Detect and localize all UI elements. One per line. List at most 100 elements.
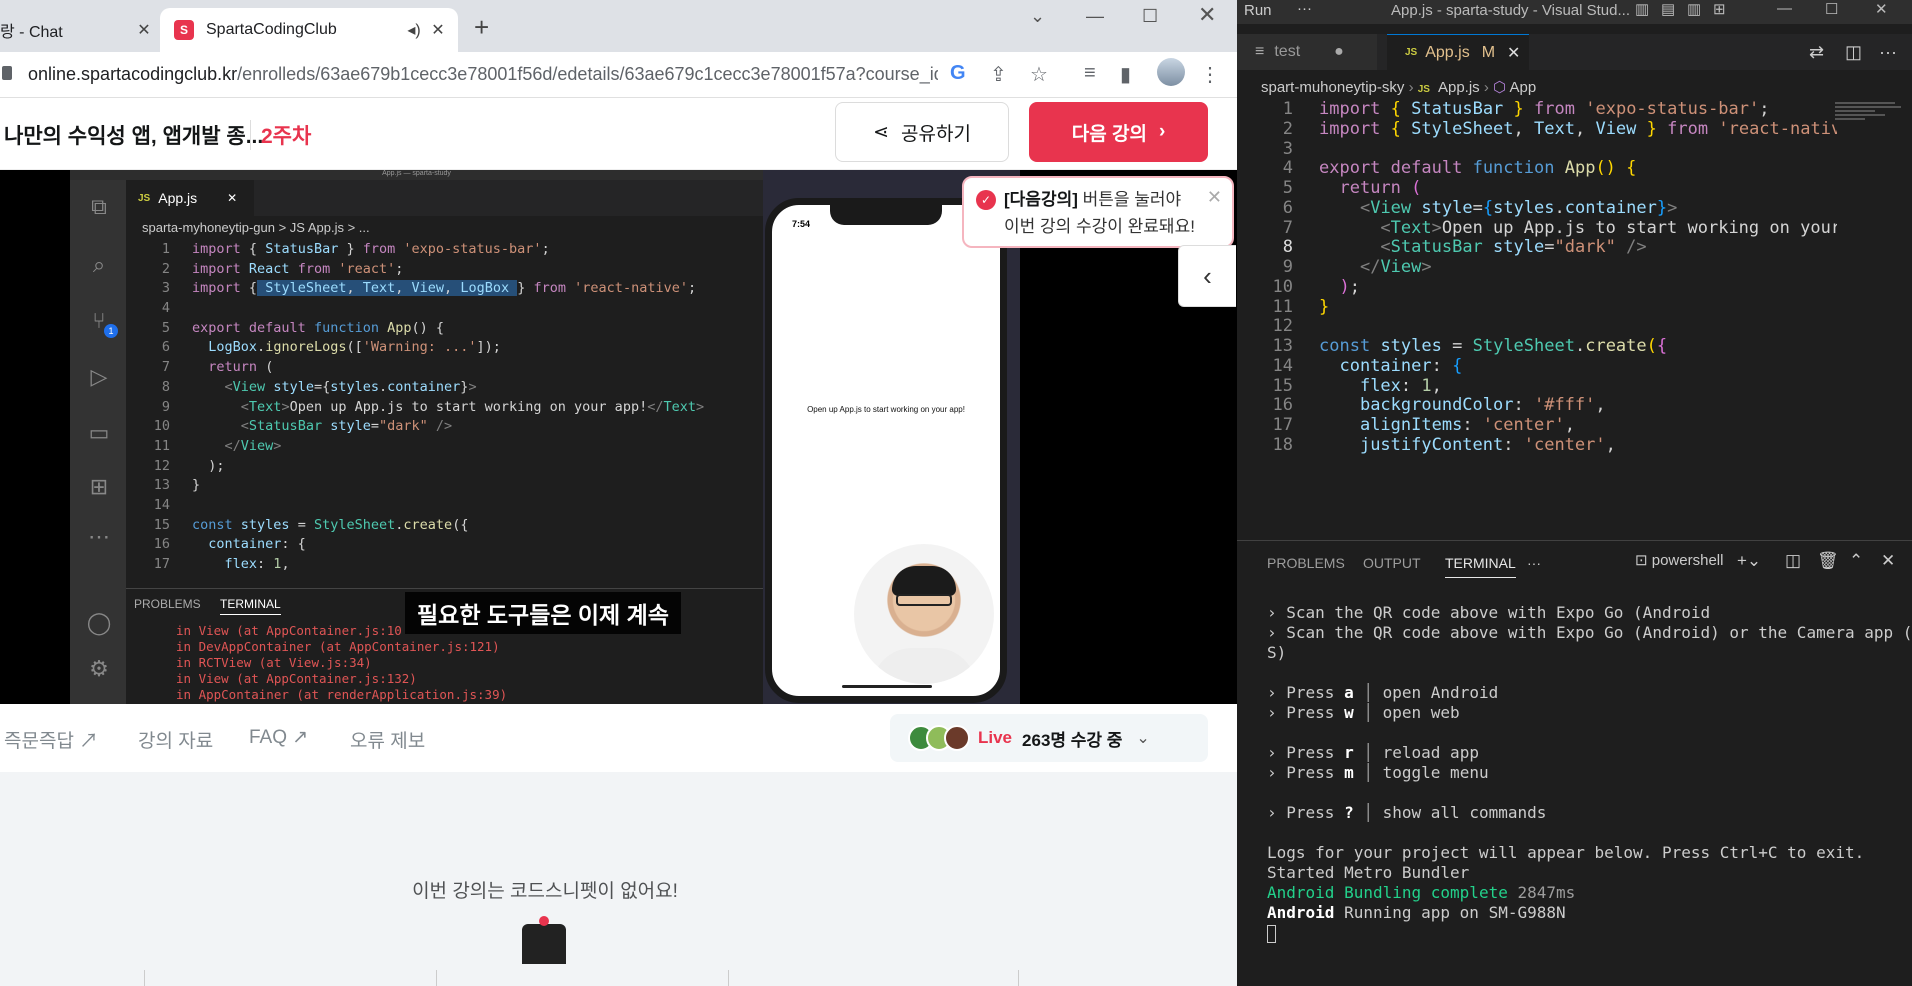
link-qna[interactable]: 즉문즉답 ↗	[4, 726, 98, 753]
file-icon: ≡	[1255, 43, 1265, 60]
close-icon[interactable]: ✕	[426, 20, 450, 40]
close-icon[interactable]: ✕	[1507, 43, 1520, 63]
js-icon: JS	[1405, 47, 1418, 58]
terminal-output[interactable]: › Scan the QR code above with Expo Go (A…	[1267, 603, 1912, 943]
breadcrumb-symbol[interactable]: App	[1509, 79, 1536, 96]
vscode-titlebar: Run ··· App.js - sparta-study - Visual S…	[1237, 0, 1912, 24]
share-icon: ⋖	[873, 121, 889, 143]
minimize-icon[interactable]: —	[1777, 0, 1792, 17]
minimize-icon[interactable]: —	[1086, 6, 1104, 27]
more-icon[interactable]: ···	[1527, 555, 1541, 571]
divider	[436, 970, 437, 986]
google-icon[interactable]: G	[950, 62, 966, 85]
breadcrumb-folder[interactable]: spart-muhoneytip-sky	[1261, 79, 1404, 96]
browser-window: 랑 - Chat ✕ S SpartaCodingClub ◂) ✕ + ⌄ —…	[0, 0, 1237, 986]
tab-appjs[interactable]: JS App.js M ✕	[1387, 34, 1529, 70]
tooltip-text: 버튼을 눌러야	[1077, 190, 1182, 209]
menu-icon[interactable]: ⋮	[1200, 62, 1220, 87]
mute-icon[interactable]: ◂)	[402, 20, 426, 40]
maximize-panel-icon[interactable]: ⌃	[1849, 551, 1863, 571]
next-lecture-tooltip: ✓ ✕ [다음강의] 버튼을 눌러야 이번 강의 수강이 완료돼요!	[962, 176, 1234, 248]
sidepanel-icon[interactable]: ▮	[1120, 62, 1131, 87]
live-count: 263명 수강 중	[1022, 730, 1123, 750]
new-tab-button[interactable]: +	[474, 12, 489, 43]
course-header: 나만의 수익성 앱, 앱개발 종... 2주차 ⋖ 공유하기 다음 강의 ›	[0, 98, 1237, 170]
close-panel-icon[interactable]: ✕	[1881, 551, 1895, 571]
search-icon: ⌕	[92, 252, 106, 277]
chevron-down-icon[interactable]: ⌄	[1030, 6, 1045, 27]
maximize-icon[interactable]: ☐	[1825, 0, 1838, 18]
error-log: in View (at AppContainer.js:10 in DevAppC…	[176, 623, 508, 702]
video-code: 1 import { StatusBar } from 'expo-status-…	[153, 241, 705, 572]
terminal-shell-selector[interactable]: ⊡ powershell	[1635, 551, 1723, 569]
no-snippet-message: 이번 강의는 코드스니펫이 없어요!	[412, 881, 678, 902]
remote-icon: ▭	[88, 420, 110, 445]
link-materials[interactable]: 강의 자료	[138, 726, 213, 753]
chevron-right-icon: ›	[1158, 121, 1166, 142]
phone-notch	[830, 205, 942, 225]
sparta-logo-icon: S	[174, 20, 194, 40]
profile-avatar[interactable]	[1157, 58, 1185, 86]
layout-custom-icon[interactable]: ⊞	[1713, 0, 1726, 18]
trash-icon[interactable]: 🗑	[1817, 551, 1839, 571]
panel-tab-terminal[interactable]: TERMINAL	[1445, 555, 1516, 578]
layout-icon[interactable]: ▥	[1635, 0, 1649, 18]
live-viewers-dropdown[interactable]: Live 263명 수강 중 ⌄	[890, 714, 1208, 762]
layout-sidebar-icon[interactable]: ▥	[1687, 0, 1701, 18]
video-activity-bar: ⧉ ⌕ ⑂ 1 ▷ ▭ ⊞ ⋯ ◯ ⚙	[70, 180, 126, 704]
run-menu[interactable]: Run	[1244, 2, 1272, 19]
lock-icon	[2, 66, 12, 80]
split-terminal-icon[interactable]: ◫	[1785, 551, 1801, 571]
link-report-error[interactable]: 오류 제보	[350, 726, 425, 753]
layout-panel-icon[interactable]: ▤	[1661, 0, 1675, 18]
chevron-down-icon: ⌄	[1136, 730, 1150, 747]
maximize-icon[interactable]: ☐	[1142, 6, 1158, 27]
collapse-sidebar-button[interactable]: ‹	[1178, 245, 1236, 307]
modified-badge: M	[1481, 43, 1496, 61]
tab-test[interactable]: ≡ test ●	[1237, 34, 1377, 70]
media-icon[interactable]: ≡	[1084, 62, 1096, 85]
terminal-icon: ⊡	[1635, 552, 1648, 569]
share-button[interactable]: ⋖ 공유하기	[835, 102, 1009, 162]
close-icon[interactable]: ✕	[1207, 184, 1222, 211]
url-field[interactable]: online.spartacodingclub.kr/enrolleds/63a…	[28, 64, 938, 85]
browser-tab-sparta[interactable]: S SpartaCodingClub ◂) ✕	[160, 8, 458, 52]
video-player[interactable]: App.js — sparta-study ⧉ ⌕ ⑂ 1 ▷ ▭ ⊞ ⋯ ◯ ⚙…	[0, 170, 1237, 704]
bottom-panel: PROBLEMS OUTPUT TERMINAL ··· ⊡ powershel…	[1237, 540, 1912, 986]
panel-tab-output[interactable]: OUTPUT	[1363, 555, 1421, 571]
week-label: 2주차	[250, 120, 311, 150]
panel-tab-problems[interactable]: PROBLEMS	[1267, 555, 1345, 571]
share-label: 공유하기	[901, 123, 971, 145]
check-icon: ✓	[976, 190, 996, 210]
video-window-title: App.js — sparta-study	[70, 170, 763, 180]
divider	[1018, 970, 1019, 986]
phone-app-text: Open up App.js to start working on your …	[807, 405, 965, 414]
share-icon[interactable]: ⇪	[990, 62, 1007, 87]
terminal-cursor	[1267, 924, 1276, 943]
split-editor-icon[interactable]: ◫	[1845, 42, 1862, 63]
close-window-icon[interactable]: ✕	[1875, 0, 1888, 18]
breadcrumb-file[interactable]: App.js	[1438, 79, 1480, 96]
add-terminal-icon[interactable]: +⌄	[1737, 551, 1761, 571]
panel-tab-terminal: TERMINAL	[220, 597, 281, 615]
video-editor-tabs: JS App.js ✕	[126, 180, 763, 216]
star-icon[interactable]: ☆	[1030, 62, 1048, 87]
more-icon: ⋯	[88, 524, 110, 549]
phone-time: 7:54	[792, 219, 811, 229]
tooltip-text-2: 이번 강의 수강이 완료돼요!	[1004, 217, 1195, 236]
more-icon[interactable]: ···	[1879, 42, 1897, 63]
js-icon: JS	[138, 192, 151, 204]
close-window-icon[interactable]: ✕	[1198, 2, 1216, 28]
code-editor[interactable]: 1 import { StatusBar } from 'expo-status-…	[1237, 100, 1837, 540]
video-tab-appjs: JS App.js ✕	[126, 180, 254, 216]
more-icon[interactable]: ···	[1297, 0, 1312, 17]
browser-tab-chat[interactable]: 랑 - Chat ✕	[0, 8, 156, 52]
link-faq[interactable]: FAQ ↗	[249, 726, 308, 749]
next-lecture-button[interactable]: 다음 강의 ›	[1029, 102, 1208, 162]
files-icon: ⧉	[91, 194, 107, 219]
compare-changes-icon[interactable]: ⇄	[1809, 42, 1824, 63]
close-icon[interactable]: ✕	[132, 20, 156, 40]
robot-illustration	[522, 916, 566, 964]
minimap[interactable]	[1835, 100, 1907, 140]
window-title: App.js - sparta-study - Visual Stud...	[1391, 2, 1630, 19]
